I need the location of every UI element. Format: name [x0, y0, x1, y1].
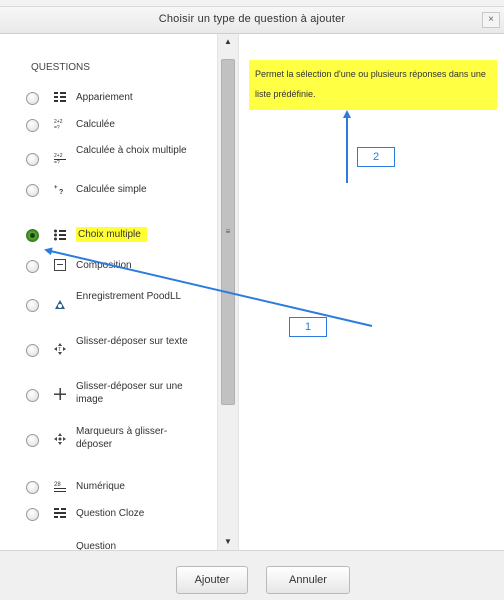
svg-text:?: ? [59, 189, 63, 195]
list-item-glisser-deposer-texte[interactable]: T Glisser-déposer sur texte [0, 334, 217, 366]
question-type-list: QUESTIONS Appariement 2+2 =? Calculée 2+… [0, 34, 217, 550]
svg-text:2+2: 2+2 [54, 153, 63, 159]
calculated-multichoice-icon: 2+2 =? [54, 153, 66, 164]
drag-drop-markers-icon [54, 433, 66, 445]
label-choix-multiple: Choix multiple [76, 227, 147, 242]
list-item-choix-multiple[interactable]: Choix multiple [0, 224, 217, 246]
scroll-up-arrow-icon[interactable]: ▲ [218, 34, 238, 50]
calculated-simple-icon: + ? [54, 185, 63, 195]
label-glisser-deposer-image: Glisser-déposer sur une image [76, 381, 183, 405]
radio-calculee-choix-multiple[interactable] [26, 153, 39, 166]
drag-drop-image-icon [54, 388, 66, 400]
list-item-enregistrement-poodll[interactable]: Enregistrement PoodLL [0, 289, 217, 321]
window-top-strip [0, 0, 504, 7]
annotation-callout-1: 1 [289, 317, 327, 337]
svg-text:=?: =? [54, 160, 60, 164]
label-calculee-choix-multiple: Calculée à choix multiple [76, 145, 187, 156]
radio-glisser-deposer-texte[interactable] [26, 344, 39, 357]
svg-text:28: 28 [54, 482, 61, 488]
list-item-calculee-choix-multiple[interactable]: 2+2 =? Calculée à choix multiple [0, 143, 217, 175]
list-item-question-partial[interactable]: Question [0, 539, 217, 550]
label-calculee: Calculée [76, 119, 115, 130]
calculated-icon: 2+2 =? [54, 119, 63, 130]
scrollbar-grip-icon: ≡ [225, 227, 231, 236]
radio-marqueurs[interactable] [26, 434, 39, 447]
svg-text:+: + [54, 185, 58, 191]
list-item-calculee-simple[interactable]: + ? Calculée simple [0, 181, 217, 199]
label-question-cloze: Question Cloze [76, 508, 145, 519]
label-calculee-simple: Calculée simple [76, 184, 147, 195]
scroll-down-arrow-icon[interactable]: ▼ [218, 534, 238, 550]
list-item-calculee[interactable]: 2+2 =? Calculée [0, 116, 217, 134]
label-glisser-deposer-texte: Glisser-déposer sur texte [76, 336, 188, 347]
essay-icon [54, 259, 66, 271]
label-numerique: Numérique [76, 481, 125, 492]
radio-numerique[interactable] [26, 481, 39, 494]
list-item-marqueurs[interactable]: Marqueurs à glisser-déposer [0, 424, 217, 456]
list-item-appariement[interactable]: Appariement [0, 89, 217, 107]
list-item-numerique[interactable]: 28 Numérique [0, 478, 217, 496]
annotation-callout-2: 2 [357, 147, 395, 167]
label-appariement: Appariement [76, 92, 133, 103]
radio-composition[interactable] [26, 260, 39, 273]
radio-glisser-deposer-image[interactable] [26, 389, 39, 402]
radio-calculee[interactable] [26, 119, 39, 132]
close-button[interactable]: × [482, 12, 500, 28]
list-item-composition[interactable]: Composition [0, 257, 217, 275]
multichoice-icon [54, 229, 66, 241]
cloze-icon [54, 508, 66, 518]
radio-calculee-simple[interactable] [26, 184, 39, 197]
radio-enregistrement-poodll[interactable] [26, 299, 39, 312]
list-scrollbar[interactable]: ▲ ≡ ▼ [217, 34, 239, 550]
label-marqueurs: Marqueurs à glisser-déposer [76, 426, 168, 450]
drag-drop-text-icon: T [54, 343, 66, 355]
matching-icon [54, 92, 66, 102]
selected-highlight: Choix multiple [76, 227, 147, 242]
scrollbar-thumb[interactable]: ≡ [221, 59, 235, 405]
radio-appariement[interactable] [26, 92, 39, 105]
label-enregistrement-poodll: Enregistrement PoodLL [76, 291, 182, 302]
list-item-glisser-deposer-image[interactable]: Glisser-déposer sur une image [0, 379, 217, 411]
dialog-titlebar: Choisir un type de question à ajouter × [0, 7, 504, 34]
poodll-recording-icon [55, 300, 65, 309]
questions-header: QUESTIONS [31, 62, 90, 73]
numerical-icon: 28 [54, 482, 66, 492]
cancel-button[interactable]: Annuler [266, 566, 350, 594]
question-description: Permet la sélection d'une ou plusieurs r… [249, 60, 497, 110]
svg-text:T: T [58, 347, 61, 353]
radio-choix-multiple[interactable] [26, 229, 39, 242]
list-item-question-cloze[interactable]: Question Cloze [0, 505, 217, 523]
dialog-title: Choisir un type de question à ajouter [158, 13, 346, 25]
add-button[interactable]: Ajouter [176, 566, 248, 594]
label-composition: Composition [76, 260, 132, 271]
svg-text:=?: =? [54, 125, 60, 130]
dialog-footer: Ajouter Annuler [0, 550, 504, 600]
label-question-partial: Question [76, 541, 117, 550]
radio-question-cloze[interactable] [26, 508, 39, 521]
